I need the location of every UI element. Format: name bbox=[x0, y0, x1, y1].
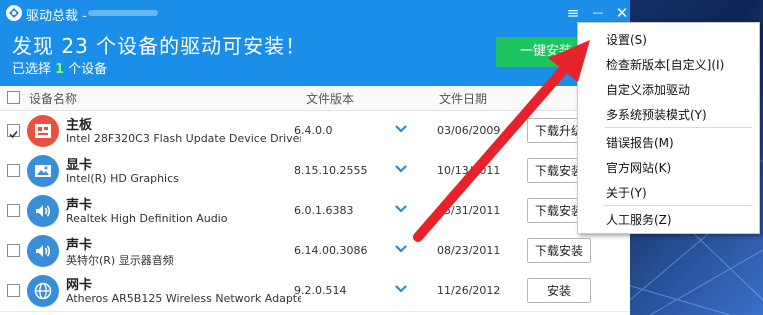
red-arrow-annotation bbox=[413, 40, 590, 242]
